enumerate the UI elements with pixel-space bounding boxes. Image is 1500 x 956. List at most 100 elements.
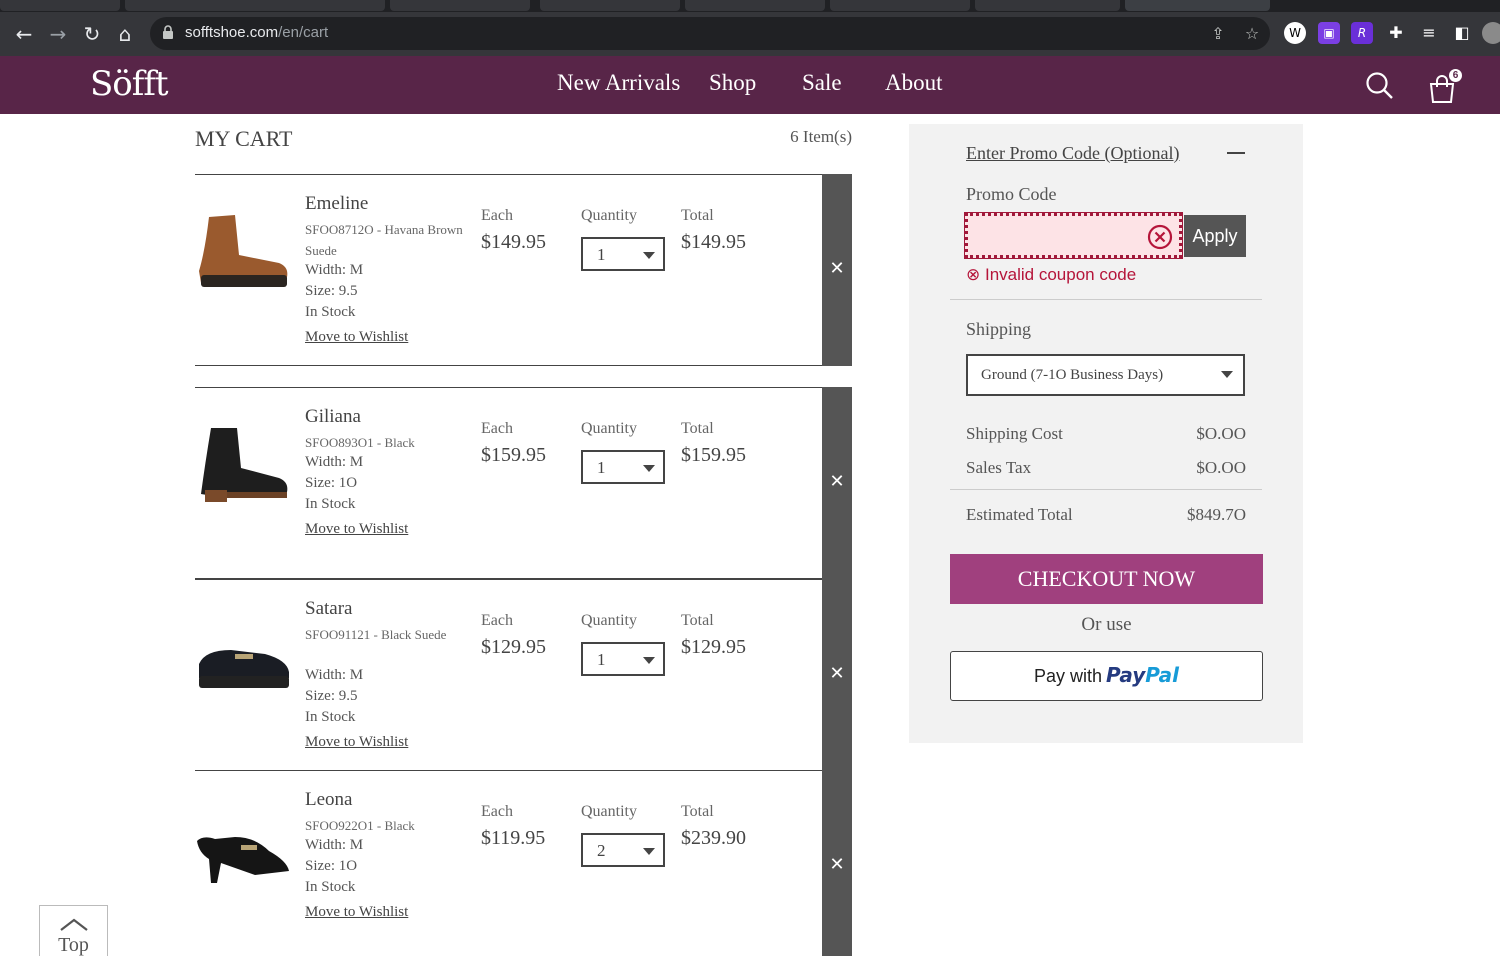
cart-count-badge: 6	[1449, 69, 1462, 82]
cart-item: Giliana SFOO893O1 - Black Width: M Size:…	[195, 386, 852, 579]
quantity-select[interactable]: 1	[581, 450, 665, 484]
forward-arrow-icon[interactable]: →	[44, 20, 72, 48]
checkout-now-button[interactable]: CHECKOUT NOW	[950, 554, 1263, 604]
product-name[interactable]: Leona	[305, 789, 352, 811]
browser-tab[interactable]	[685, 0, 825, 11]
paypal-button[interactable]: Pay with PayPal	[950, 651, 1263, 701]
move-to-wishlist-link[interactable]: Move to Wishlist	[305, 329, 408, 346]
shipping-method-value: Ground (7-1O Business Days)	[981, 367, 1164, 383]
extension-r-icon[interactable]: R	[1351, 22, 1373, 44]
browser-tab[interactable]	[830, 0, 970, 11]
close-icon: ✕	[829, 257, 845, 279]
lock-icon	[163, 25, 173, 39]
product-name[interactable]: Emeline	[305, 193, 368, 215]
or-use-text: Or use	[1081, 614, 1132, 635]
chevron-down-icon	[643, 465, 655, 472]
browser-tab[interactable]	[390, 0, 530, 11]
product-size: Size: 1O	[305, 858, 358, 874]
close-icon: ✕	[829, 662, 845, 684]
stock-status: In Stock	[305, 879, 356, 895]
product-width: Width: M	[305, 667, 364, 683]
remove-item-button[interactable]: ✕	[822, 769, 852, 956]
product-sku: SFOO922O1 - Black	[305, 818, 415, 833]
search-icon[interactable]	[1364, 70, 1396, 102]
quantity-value: 2	[597, 841, 606, 860]
nav-new-arrivals[interactable]: New Arrivals	[557, 70, 680, 96]
apply-promo-button[interactable]: Apply	[1184, 215, 1246, 257]
url-text: sofftshoe.com/en/cart	[185, 24, 329, 41]
nav-shop[interactable]: Shop	[709, 70, 756, 96]
back-to-top-label: Top	[58, 934, 89, 956]
remove-item-button[interactable]: ✕	[822, 386, 852, 579]
browser-tab-active[interactable]	[1125, 0, 1270, 11]
each-price: $159.95	[481, 444, 546, 466]
reading-list-icon[interactable]: ≡	[1418, 22, 1440, 44]
move-to-wishlist-link[interactable]: Move to Wishlist	[305, 521, 408, 538]
nav-about[interactable]: About	[885, 70, 943, 96]
product-sku: SFOO893O1 - Black	[305, 435, 415, 450]
browser-tab[interactable]	[975, 0, 1120, 11]
remove-item-button[interactable]: ✕	[822, 578, 852, 771]
stock-status: In Stock	[305, 304, 356, 320]
extension-w-icon[interactable]: W	[1284, 22, 1306, 44]
browser-tab-strip	[0, 0, 1500, 12]
each-price: $119.95	[481, 827, 546, 849]
product-image[interactable]	[195, 807, 291, 887]
site-header: Söfft New Arrivals Shop Sale About 6	[0, 56, 1500, 114]
move-to-wishlist-link[interactable]: Move to Wishlist	[305, 904, 408, 921]
browser-toolbar: ← → ↻ ⌂ sofftshoe.com/en/cart ⇪ ☆ W ▣ R …	[0, 12, 1500, 56]
each-price: $129.95	[481, 636, 546, 658]
chevron-down-icon	[643, 657, 655, 664]
divider	[950, 299, 1262, 300]
total-label: Total	[681, 612, 714, 629]
quantity-value: 1	[597, 245, 606, 264]
browser-tab[interactable]	[0, 0, 120, 11]
promo-code-toggle[interactable]: Enter Promo Code (Optional)	[966, 143, 1179, 164]
share-icon[interactable]: ⇪	[1208, 24, 1228, 44]
quantity-label: Quantity	[581, 612, 637, 629]
collapse-minus-icon[interactable]	[1227, 152, 1245, 154]
back-to-top-button[interactable]: Top	[39, 905, 108, 956]
browser-tab[interactable]	[125, 0, 385, 11]
browser-tab[interactable]	[540, 0, 680, 11]
invalid-coupon-error: ⊗ Invalid coupon code	[966, 265, 1137, 284]
profile-avatar[interactable]	[1482, 22, 1500, 44]
line-total: $159.95	[681, 444, 746, 466]
extensions-puzzle-icon[interactable]: ✚	[1385, 22, 1407, 44]
home-icon[interactable]: ⌂	[111, 20, 139, 48]
promo-code-label: Promo Code	[966, 184, 1057, 204]
product-width: Width: M	[305, 837, 364, 853]
each-label: Each	[481, 420, 513, 437]
product-image[interactable]	[195, 424, 291, 504]
product-name[interactable]: Giliana	[305, 406, 361, 428]
remove-item-button[interactable]: ✕	[822, 173, 852, 366]
nav-sale[interactable]: Sale	[802, 70, 842, 96]
address-bar[interactable]: sofftshoe.com/en/cart ⇪ ☆	[150, 17, 1270, 50]
shipping-label: Shipping	[966, 319, 1032, 339]
sales-tax-value: $O.OO	[1196, 458, 1246, 477]
side-panel-icon[interactable]: ◧	[1451, 22, 1473, 44]
quantity-select[interactable]: 1	[581, 237, 665, 271]
product-image[interactable]	[195, 616, 291, 696]
product-name[interactable]: Satara	[305, 598, 352, 620]
product-sku: SFOO91121 - Black Suede	[305, 627, 447, 642]
product-width: Width: M	[305, 454, 364, 470]
order-summary-panel: Enter Promo Code (Optional) Promo Code A…	[909, 124, 1303, 743]
back-arrow-icon[interactable]: ←	[10, 20, 38, 48]
paypal-logo-pal: Pal	[1145, 663, 1180, 687]
move-to-wishlist-link[interactable]: Move to Wishlist	[305, 734, 408, 751]
bookmark-star-icon[interactable]: ☆	[1242, 24, 1262, 44]
line-total: $239.90	[681, 827, 746, 849]
paypal-logo-pay: Pay	[1106, 663, 1146, 687]
quantity-select[interactable]: 2	[581, 833, 665, 867]
sofft-logo[interactable]: Söfft	[90, 64, 169, 104]
extension-chat-icon[interactable]: ▣	[1318, 22, 1340, 44]
total-label: Total	[681, 803, 714, 820]
shipping-method-select[interactable]: Ground (7-1O Business Days)	[966, 354, 1245, 396]
product-image[interactable]	[195, 211, 291, 291]
total-label: Total	[681, 207, 714, 224]
quantity-select[interactable]: 1	[581, 642, 665, 676]
promo-code-input[interactable]	[964, 212, 1183, 259]
chevron-down-icon	[643, 848, 655, 855]
reload-icon[interactable]: ↻	[78, 20, 106, 48]
